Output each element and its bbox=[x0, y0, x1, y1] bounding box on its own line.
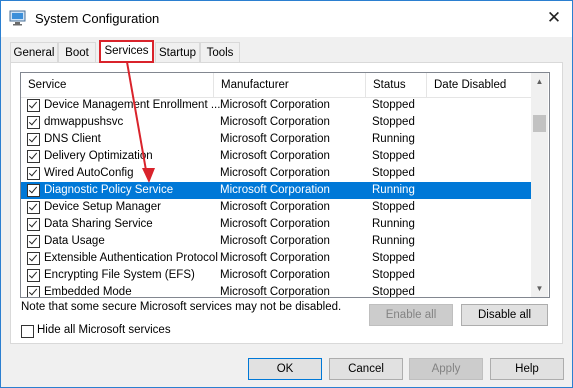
service-status: Running bbox=[372, 218, 415, 230]
column-header-service[interactable]: Service bbox=[21, 73, 214, 97]
service-status: Stopped bbox=[372, 167, 415, 179]
scroll-up-icon[interactable]: ▲ bbox=[531, 73, 548, 90]
service-status: Stopped bbox=[372, 201, 415, 213]
table-row[interactable]: Data Usage Microsoft Corporation Running bbox=[21, 233, 531, 250]
tab-general[interactable]: General bbox=[10, 42, 58, 62]
list-header: Service Manufacturer Status Date Disable… bbox=[21, 73, 531, 98]
help-button[interactable]: Help bbox=[490, 358, 564, 380]
service-manufacturer: Microsoft Corporation bbox=[220, 116, 330, 128]
scroll-thumb[interactable] bbox=[533, 115, 546, 132]
service-manufacturer: Microsoft Corporation bbox=[220, 269, 330, 281]
service-status: Stopped bbox=[372, 99, 415, 111]
tab-boot[interactable]: Boot bbox=[58, 42, 96, 62]
table-row[interactable]: Data Sharing Service Microsoft Corporatio… bbox=[21, 216, 531, 233]
table-row[interactable]: Encrypting File System (EFS) Microsoft Co… bbox=[21, 267, 531, 284]
service-name: Data Usage bbox=[44, 235, 105, 247]
service-name: Wired AutoConfig bbox=[44, 167, 134, 179]
service-status: Stopped bbox=[372, 150, 415, 162]
service-checkbox[interactable] bbox=[27, 167, 40, 180]
service-checkbox[interactable] bbox=[27, 184, 40, 197]
service-manufacturer: Microsoft Corporation bbox=[220, 133, 330, 145]
service-name: Device Management Enrollment ... bbox=[44, 99, 221, 111]
service-status: Running bbox=[372, 184, 415, 196]
service-checkbox[interactable] bbox=[27, 252, 40, 265]
tab-services[interactable]: Services bbox=[99, 40, 154, 63]
scroll-down-icon[interactable]: ▼ bbox=[531, 280, 548, 297]
tab-startup[interactable]: Startup bbox=[155, 42, 200, 62]
service-checkbox[interactable] bbox=[27, 201, 40, 214]
table-row[interactable]: Diagnostic Policy Service Microsoft Corpo… bbox=[21, 182, 531, 199]
vertical-scrollbar[interactable]: ▲ ▼ bbox=[531, 73, 548, 297]
service-checkbox[interactable] bbox=[27, 218, 40, 231]
service-status: Stopped bbox=[372, 116, 415, 128]
service-checkbox[interactable] bbox=[27, 99, 40, 112]
services-list[interactable]: Service Manufacturer Status Date Disable… bbox=[20, 72, 550, 298]
service-checkbox[interactable] bbox=[27, 133, 40, 146]
apply-button[interactable]: Apply bbox=[409, 358, 483, 380]
service-status: Running bbox=[372, 235, 415, 247]
disable-all-button[interactable]: Disable all bbox=[461, 304, 548, 326]
service-name: DNS Client bbox=[44, 133, 101, 145]
title-bar[interactable]: System Configuration ✕ bbox=[1, 1, 572, 37]
tab-tools[interactable]: Tools bbox=[200, 42, 240, 62]
enable-all-button[interactable]: Enable all bbox=[369, 304, 453, 326]
service-name: Extensible Authentication Protocol bbox=[44, 252, 218, 264]
table-row[interactable]: Embedded Mode Microsoft Corporation Stoppe… bbox=[21, 284, 531, 298]
service-checkbox[interactable] bbox=[27, 116, 40, 129]
hide-microsoft-services-label[interactable]: Hide all Microsoft services bbox=[37, 324, 171, 336]
service-manufacturer: Microsoft Corporation bbox=[220, 235, 330, 247]
service-manufacturer: Microsoft Corporation bbox=[220, 99, 330, 111]
service-manufacturer: Microsoft Corporation bbox=[220, 150, 330, 162]
service-manufacturer: Microsoft Corporation bbox=[220, 184, 330, 196]
table-row[interactable]: DNS Client Microsoft Corporation Running bbox=[21, 131, 531, 148]
ok-button[interactable]: OK bbox=[248, 358, 322, 380]
column-header-status[interactable]: Status bbox=[366, 73, 427, 97]
service-status: Running bbox=[372, 133, 415, 145]
service-manufacturer: Microsoft Corporation bbox=[220, 201, 330, 213]
service-name: Diagnostic Policy Service bbox=[44, 184, 174, 196]
service-checkbox[interactable] bbox=[27, 286, 40, 297]
table-row[interactable]: Wired AutoConfig Microsoft Corporation Sto… bbox=[21, 165, 531, 182]
secure-services-note: Note that some secure Microsoft services… bbox=[21, 301, 342, 313]
service-name: Delivery Optimization bbox=[44, 150, 153, 162]
table-row[interactable]: Device Setup Manager Microsoft Corporatio… bbox=[21, 199, 531, 216]
service-name: Data Sharing Service bbox=[44, 218, 153, 230]
column-header-manufacturer[interactable]: Manufacturer bbox=[214, 73, 366, 97]
service-manufacturer: Microsoft Corporation bbox=[220, 218, 330, 230]
service-status: Stopped bbox=[372, 286, 415, 298]
service-name: Device Setup Manager bbox=[44, 201, 161, 213]
service-manufacturer: Microsoft Corporation bbox=[220, 167, 330, 179]
service-name: Encrypting File System (EFS) bbox=[44, 269, 195, 281]
table-row[interactable]: dmwappushsvc Microsoft Corporation Stopped bbox=[21, 114, 531, 131]
window-title: System Configuration bbox=[35, 11, 160, 26]
cancel-button[interactable]: Cancel bbox=[329, 358, 403, 380]
table-row[interactable]: Delivery Optimization Microsoft Corporati… bbox=[21, 148, 531, 165]
service-checkbox[interactable] bbox=[27, 235, 40, 248]
msconfig-app-icon bbox=[9, 10, 26, 26]
service-manufacturer: Microsoft Corporation bbox=[220, 252, 330, 264]
service-checkbox[interactable] bbox=[27, 150, 40, 163]
service-manufacturer: Microsoft Corporation bbox=[220, 286, 330, 298]
service-name: Embedded Mode bbox=[44, 286, 132, 298]
hide-microsoft-services-checkbox[interactable] bbox=[21, 325, 34, 338]
service-checkbox[interactable] bbox=[27, 269, 40, 282]
service-status: Stopped bbox=[372, 269, 415, 281]
service-status: Stopped bbox=[372, 252, 415, 264]
close-icon[interactable]: ✕ bbox=[539, 3, 569, 33]
service-name: dmwappushsvc bbox=[44, 116, 124, 128]
table-row[interactable]: Extensible Authentication Protocol Micros… bbox=[21, 250, 531, 267]
column-header-date-disabled[interactable]: Date Disabled bbox=[427, 73, 531, 97]
table-row[interactable]: Device Management Enrollment ... Microsof… bbox=[21, 97, 531, 114]
